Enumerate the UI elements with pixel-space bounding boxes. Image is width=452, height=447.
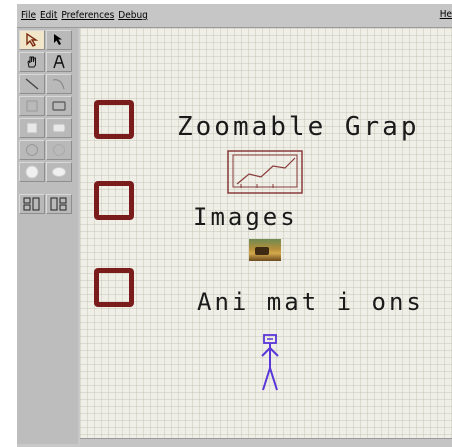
rounded-ellipse-tool[interactable] xyxy=(46,140,72,160)
ungroup-tool[interactable] xyxy=(46,194,72,214)
group-tool[interactable] xyxy=(19,194,45,214)
filled-rounded-rectangle-tool[interactable] xyxy=(46,118,72,138)
application-window: File Edit Preferences Debug He Zoomable … xyxy=(17,4,452,447)
ellipse-icon xyxy=(26,144,38,156)
horizontal-scrollbar[interactable] xyxy=(80,438,452,447)
tool-row xyxy=(19,96,72,116)
ellipse-tool[interactable] xyxy=(19,140,45,160)
menu-bar: File Edit Preferences Debug He xyxy=(17,4,452,28)
portal-images[interactable] xyxy=(94,181,134,220)
menu-debug[interactable]: Debug xyxy=(116,10,150,21)
menu-edit[interactable]: Edit xyxy=(38,10,59,21)
drawing-canvas[interactable]: Zoomable Grap Images Ani mat i ons xyxy=(80,28,452,438)
hand-tool[interactable] xyxy=(19,52,45,72)
portal-zoomable-graph[interactable] xyxy=(94,100,134,139)
text-tool[interactable] xyxy=(46,52,72,72)
tool-row xyxy=(19,140,72,160)
tool-row xyxy=(19,194,72,214)
arrow-icon xyxy=(54,34,62,45)
tool-palette xyxy=(17,28,78,444)
line-icon xyxy=(25,78,39,90)
filled-rectangle-tool[interactable] xyxy=(19,118,45,138)
selection-tool[interactable] xyxy=(19,30,45,50)
filled-circle-icon xyxy=(25,165,39,179)
rounded-rectangle-tool[interactable] xyxy=(46,96,72,116)
polyline-icon xyxy=(52,79,65,90)
filled-rounded-rectangle-icon xyxy=(52,123,66,133)
hand-icon xyxy=(27,56,36,68)
filled-rectangle-icon xyxy=(26,122,38,134)
arrow-tool[interactable] xyxy=(46,30,72,50)
menu-file[interactable]: File xyxy=(17,10,38,21)
text-icon xyxy=(53,55,65,69)
label-zoomable-graph: Zoomable Grap xyxy=(177,112,420,142)
tool-row xyxy=(19,74,72,94)
rounded-ellipse-icon xyxy=(53,144,65,156)
portal-animations[interactable] xyxy=(94,268,134,307)
selection-icon xyxy=(26,32,39,47)
tool-row xyxy=(19,30,72,50)
image-thumbnail[interactable] xyxy=(249,239,281,261)
filled-ellipse-tool[interactable] xyxy=(46,162,72,182)
ungroup-icon xyxy=(50,197,67,211)
line-tool[interactable] xyxy=(19,74,45,94)
tool-row xyxy=(19,118,72,138)
menu-preferences[interactable]: Preferences xyxy=(59,10,116,21)
filled-circle-tool[interactable] xyxy=(19,162,45,182)
label-animations: Ani mat i ons xyxy=(197,288,424,316)
stick-figure-icon[interactable] xyxy=(259,334,281,392)
rectangle-icon xyxy=(26,100,38,112)
tool-row xyxy=(19,162,72,182)
tool-row xyxy=(19,52,72,72)
menu-help[interactable]: He xyxy=(440,9,452,20)
group-icon xyxy=(23,197,40,211)
graph-thumbnail-icon[interactable] xyxy=(227,150,303,194)
filled-ellipse-icon xyxy=(52,167,66,177)
rounded-rectangle-icon xyxy=(52,101,66,111)
label-images: Images xyxy=(193,203,298,231)
rectangle-tool[interactable] xyxy=(19,96,45,116)
polyline-tool[interactable] xyxy=(46,74,72,94)
